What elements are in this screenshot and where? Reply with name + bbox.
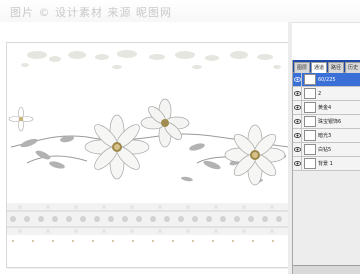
layer-thumbnail <box>304 102 316 113</box>
small-flower <box>8 106 34 132</box>
canvas-area[interactable] <box>0 22 292 274</box>
layer-thumbnail <box>304 116 316 127</box>
layers-panel: 图层 通道 路径 历史 60/225 2 黄金4 珠宝银饰6 暗光3 白钻5 背… <box>292 60 360 274</box>
lace-border <box>7 203 289 242</box>
eye-icon[interactable] <box>293 115 302 128</box>
floral-artwork <box>7 50 290 242</box>
eye-icon[interactable] <box>293 143 302 156</box>
layer-name: 60/225 <box>318 76 336 83</box>
eye-icon[interactable] <box>293 157 302 170</box>
layers-panel-tabs: 图层 通道 路径 历史 <box>293 60 360 73</box>
layer-name: 背景 1 <box>318 161 333 167</box>
flower-right <box>224 124 286 186</box>
eye-icon[interactable] <box>293 87 302 100</box>
flower-left <box>84 114 150 180</box>
bead-row <box>12 240 274 242</box>
layer-name: 黄金4 <box>318 105 332 111</box>
layer-thumbnail <box>304 130 316 141</box>
tab-history[interactable]: 历史 <box>345 62 360 73</box>
layer-name: 白钻5 <box>318 147 332 153</box>
window-title: 图片 © 设计素材 来源 昵图网 <box>10 6 172 19</box>
layer-row[interactable]: 2 <box>293 87 360 101</box>
top-floral-border <box>21 50 281 69</box>
layer-row[interactable]: 60/225 <box>293 73 360 87</box>
tab-channels[interactable]: 通道 <box>311 62 327 73</box>
eye-icon[interactable] <box>293 129 302 142</box>
layer-thumbnail <box>304 144 316 155</box>
layer-row[interactable]: 珠宝银饰6 <box>293 115 360 129</box>
layer-name: 暗光3 <box>318 133 332 139</box>
layer-row[interactable]: 暗光3 <box>293 129 360 143</box>
tab-layers[interactable]: 图层 <box>294 62 310 73</box>
eye-icon[interactable] <box>293 101 302 114</box>
layer-thumbnail <box>304 158 316 169</box>
layers-panel-footer <box>293 265 360 274</box>
layer-row[interactable]: 白钻5 <box>293 143 360 157</box>
layer-name: 2 <box>318 90 322 97</box>
document-canvas[interactable] <box>6 42 290 268</box>
layer-name: 珠宝银饰6 <box>318 119 342 125</box>
eye-icon[interactable] <box>293 73 302 86</box>
tab-paths[interactable]: 路径 <box>328 62 344 73</box>
layer-row[interactable]: 背景 1 <box>293 157 360 171</box>
flower-middle <box>140 98 190 148</box>
layer-thumbnail <box>304 74 316 85</box>
layer-row[interactable]: 黄金4 <box>293 101 360 115</box>
layer-thumbnail <box>304 88 316 99</box>
window-title-bar: 图片 © 设计素材 来源 昵图网 <box>0 0 360 23</box>
